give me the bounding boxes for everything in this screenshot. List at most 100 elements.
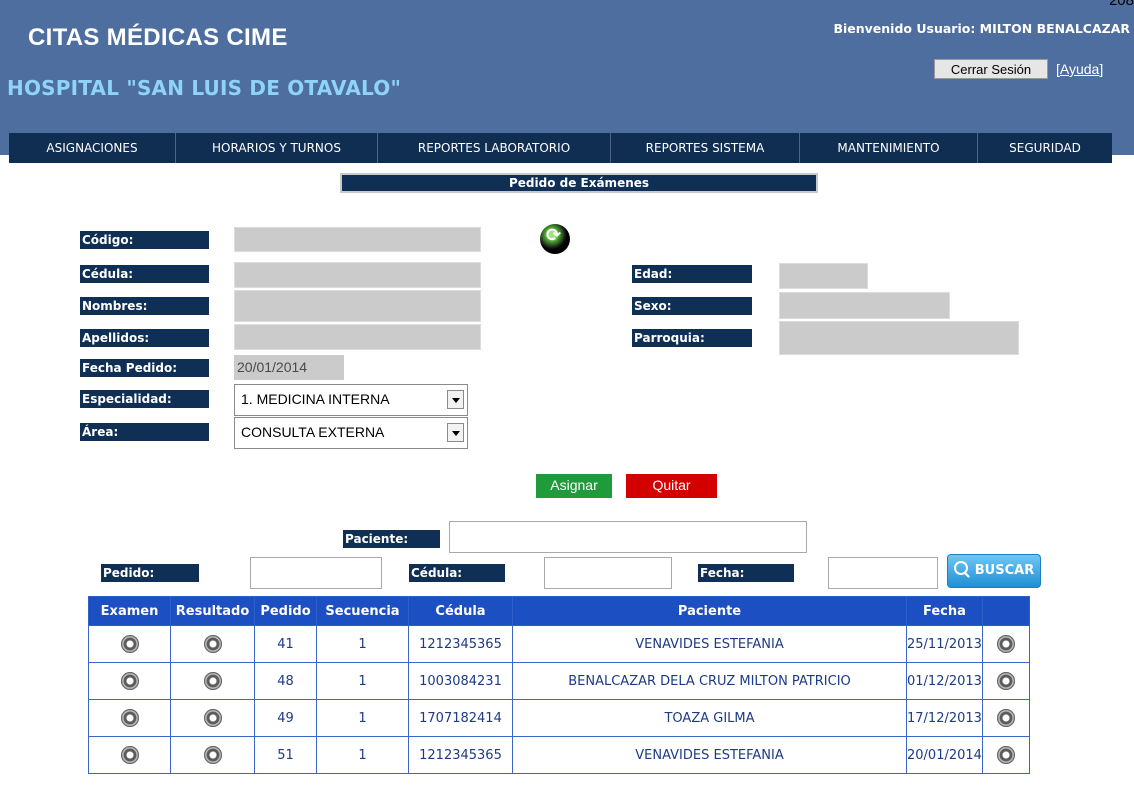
col-header-cedula: Cédula xyxy=(408,596,513,626)
paciente-search-input[interactable] xyxy=(449,521,807,553)
examen-cell[interactable] xyxy=(88,736,171,774)
help-link-label[interactable]: Ayuda xyxy=(1060,61,1099,77)
especialidad-select[interactable]: 1. MEDICINA INTERNA xyxy=(234,384,468,416)
cedula-field[interactable] xyxy=(234,262,481,288)
fecha-cell: 20/01/2014 xyxy=(906,736,983,774)
hospital-name: HOSPITAL "SAN LUIS DE OTAVALO" xyxy=(7,76,402,100)
action-cell[interactable] xyxy=(981,662,1030,700)
cedula-label: Cédula: xyxy=(80,265,209,283)
paciente-cell: VENAVIDES ESTEFANIA xyxy=(512,736,907,774)
action-cell[interactable] xyxy=(981,736,1030,774)
results-table: Examen Resultado Pedido Secuencia Cédula… xyxy=(88,596,1030,774)
help-link[interactable]: [Ayuda] xyxy=(1056,59,1103,79)
cedula-search-label: Cédula: xyxy=(409,564,505,582)
nombres-label: Nombres: xyxy=(80,297,209,315)
resultado-icon[interactable] xyxy=(203,746,222,764)
table-row: 51 1 1212345365 VENAVIDES ESTEFANIA 20/0… xyxy=(88,736,1030,774)
table-row: 41 1 1212345365 VENAVIDES ESTEFANIA 25/1… xyxy=(88,625,1030,663)
menu-item-seguridad[interactable]: SEGURIDAD xyxy=(978,133,1112,163)
secuencia-cell: 1 xyxy=(316,699,409,737)
codigo-field[interactable] xyxy=(234,227,481,252)
col-header-pedido: Pedido xyxy=(254,596,317,626)
cedula-search-input[interactable] xyxy=(544,557,672,589)
col-header-examen: Examen xyxy=(88,596,171,626)
examen-icon[interactable] xyxy=(120,635,139,653)
cedula-cell: 1212345365 xyxy=(408,625,513,663)
chevron-down-icon[interactable] xyxy=(447,423,464,442)
fecha-search-input[interactable] xyxy=(828,557,938,589)
fecha-cell: 25/11/2013 xyxy=(906,625,983,663)
resultado-icon[interactable] xyxy=(203,635,222,653)
examen-icon[interactable] xyxy=(120,746,139,764)
fecha-cell: 17/12/2013 xyxy=(906,699,983,737)
sexo-field[interactable] xyxy=(779,292,950,319)
resultado-icon[interactable] xyxy=(203,709,222,727)
action-cell[interactable] xyxy=(981,625,1030,663)
fecha-pedido-label: Fecha Pedido: xyxy=(80,359,209,377)
fecha-cell: 01/12/2013 xyxy=(906,662,983,700)
edad-field[interactable] xyxy=(779,263,868,289)
main-menu: ASIGNACIONES HORARIOS Y TURNOS REPORTES … xyxy=(9,133,1112,163)
select-row-icon[interactable] xyxy=(996,672,1015,690)
especialidad-value: 1. MEDICINA INTERNA xyxy=(241,391,390,407)
resultado-cell[interactable] xyxy=(170,625,255,663)
app-title: CITAS MÉDICAS CIME xyxy=(28,24,288,51)
col-header-fecha: Fecha xyxy=(906,596,983,626)
fecha-search-label: Fecha: xyxy=(698,564,794,582)
apellidos-label: Apellidos: xyxy=(80,329,209,347)
nombres-field[interactable] xyxy=(234,290,481,322)
examen-cell[interactable] xyxy=(88,625,171,663)
cedula-cell: 1003084231 xyxy=(408,662,513,700)
action-cell[interactable] xyxy=(981,699,1030,737)
resultado-cell[interactable] xyxy=(170,699,255,737)
edad-label: Edad: xyxy=(632,265,752,283)
menu-item-horarios-turnos[interactable]: HORARIOS Y TURNOS xyxy=(176,133,378,163)
resultado-cell[interactable] xyxy=(170,736,255,774)
pedido-cell: 49 xyxy=(254,699,317,737)
sexo-label: Sexo: xyxy=(632,297,752,315)
secuencia-cell: 1 xyxy=(316,662,409,700)
form-title: Pedido de Exámenes xyxy=(340,173,818,193)
search-button[interactable]: BUSCAR xyxy=(947,554,1041,588)
menu-item-reportes-sistema[interactable]: REPORTES SISTEMA xyxy=(611,133,800,163)
page-number: 208 xyxy=(1108,0,1134,9)
paciente-cell: TOAZA GILMA xyxy=(512,699,907,737)
pedido-search-input[interactable] xyxy=(250,557,382,589)
fecha-pedido-field[interactable]: 20/01/2014 xyxy=(234,355,344,380)
select-row-icon[interactable] xyxy=(996,709,1015,727)
paciente-cell: BENALCAZAR DELA CRUZ MILTON PATRICIO xyxy=(512,662,907,700)
codigo-label: Código: xyxy=(80,231,209,249)
resultado-cell[interactable] xyxy=(170,662,255,700)
search-button-label: BUSCAR xyxy=(974,563,1035,578)
secuencia-cell: 1 xyxy=(316,736,409,774)
table-header-row: Examen Resultado Pedido Secuencia Cédula… xyxy=(88,596,1030,626)
parroquia-label: Parroquia: xyxy=(632,329,752,347)
menu-item-asignaciones[interactable]: ASIGNACIONES xyxy=(9,133,176,163)
cedula-cell: 1212345365 xyxy=(408,736,513,774)
search-patient-icon[interactable] xyxy=(540,224,570,254)
select-row-icon[interactable] xyxy=(996,635,1015,653)
especialidad-label: Especialidad: xyxy=(80,390,209,408)
assign-button[interactable]: Asignar xyxy=(536,474,612,498)
remove-button[interactable]: Quitar xyxy=(626,474,717,498)
pedido-cell: 48 xyxy=(254,662,317,700)
examen-icon[interactable] xyxy=(120,709,139,727)
paciente-search-label: Paciente: xyxy=(343,530,440,548)
select-row-icon[interactable] xyxy=(996,746,1015,764)
examen-cell[interactable] xyxy=(88,662,171,700)
apellidos-field[interactable] xyxy=(234,324,481,350)
pedido-cell: 41 xyxy=(254,625,317,663)
col-header-paciente: Paciente xyxy=(512,596,907,626)
examen-icon[interactable] xyxy=(120,672,139,690)
examen-cell[interactable] xyxy=(88,699,171,737)
parroquia-field[interactable] xyxy=(779,321,1019,355)
logout-button[interactable]: Cerrar Sesión xyxy=(934,59,1048,79)
menu-item-reportes-laboratorio[interactable]: REPORTES LABORATORIO xyxy=(378,133,611,163)
menu-item-mantenimiento[interactable]: MANTENIMIENTO xyxy=(800,133,978,163)
search-icon xyxy=(953,561,968,575)
chevron-down-icon[interactable] xyxy=(447,390,464,409)
resultado-icon[interactable] xyxy=(203,672,222,690)
area-select[interactable]: CONSULTA EXTERNA xyxy=(234,417,468,449)
welcome-message: Bienvenido Usuario: MILTON BENALCAZAR xyxy=(833,21,1130,36)
pedido-cell: 51 xyxy=(254,736,317,774)
